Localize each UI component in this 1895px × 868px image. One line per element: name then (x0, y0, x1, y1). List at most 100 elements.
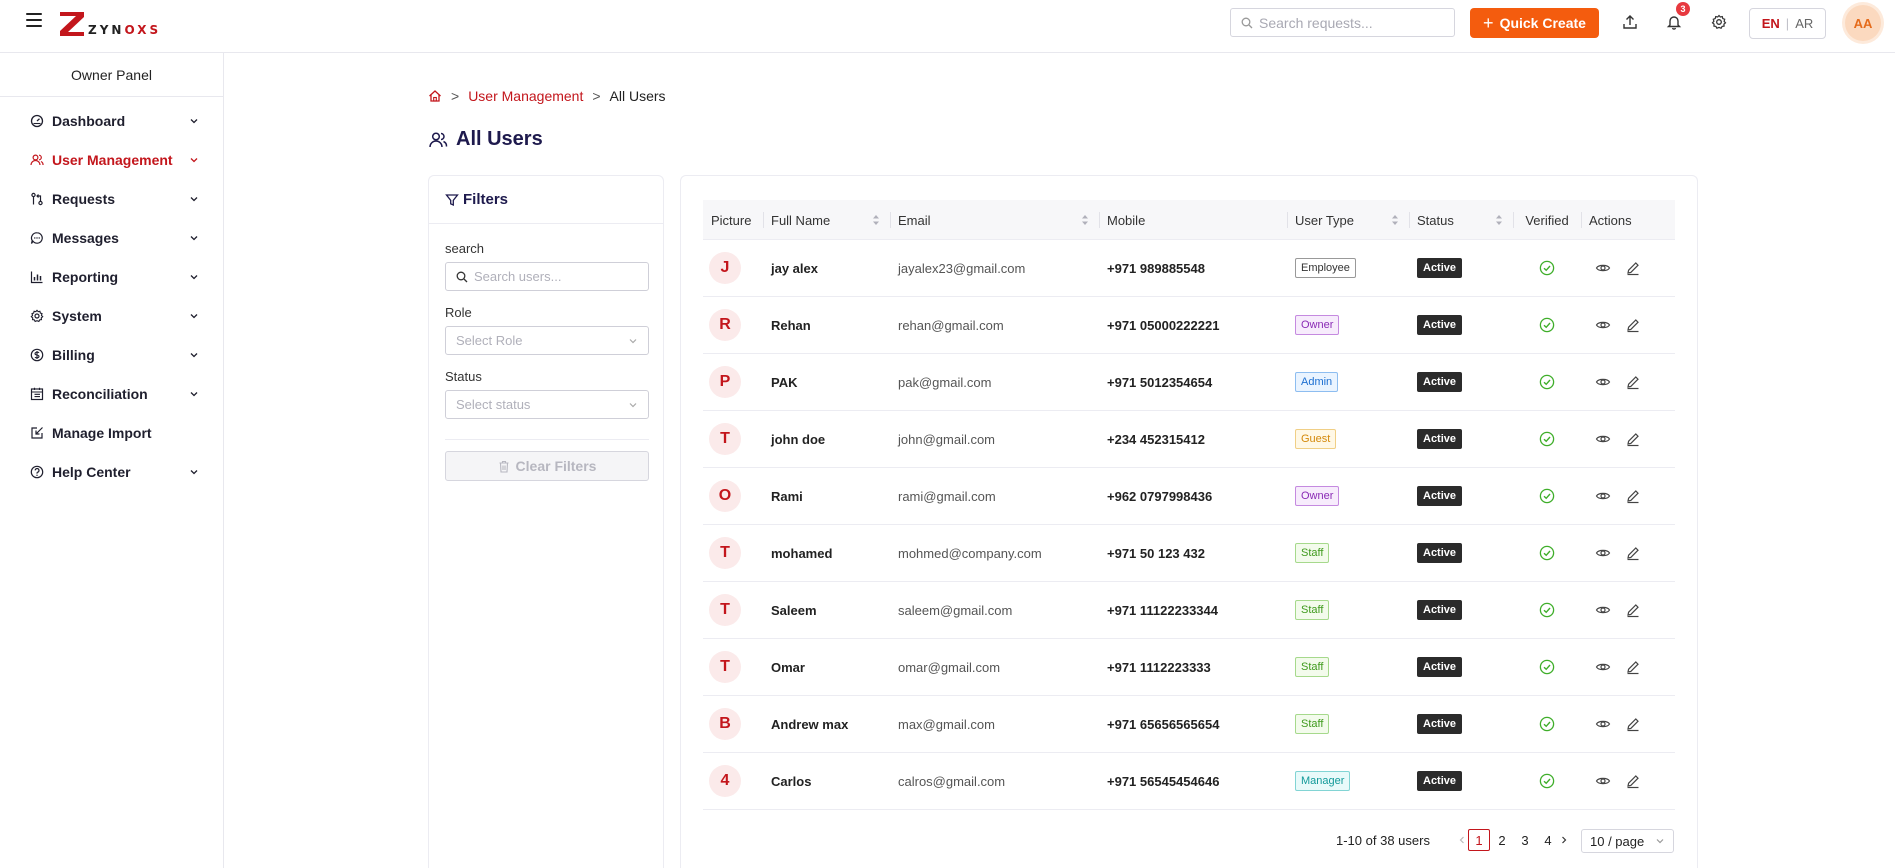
role-select[interactable]: Select Role (445, 326, 649, 355)
quick-create-button[interactable]: + Quick Create (1470, 8, 1599, 38)
eye-icon[interactable] (1595, 260, 1611, 276)
sort-icon[interactable] (1391, 213, 1399, 227)
edit-icon[interactable] (1625, 488, 1641, 504)
menu-icon[interactable] (26, 13, 42, 27)
eye-icon[interactable] (1595, 317, 1611, 333)
clear-filters-button[interactable]: Clear Filters (445, 451, 649, 481)
page-size-select[interactable]: 10 / page (1581, 829, 1674, 853)
eye-icon[interactable] (1595, 659, 1611, 675)
check-circle-icon (1539, 773, 1555, 789)
user-type-cell: Staff (1287, 714, 1409, 734)
edit-icon[interactable] (1625, 716, 1641, 732)
user-email: rami@gmail.com (898, 488, 996, 504)
column-header-status[interactable]: Status (1409, 200, 1513, 240)
user-email: rehan@gmail.com (898, 317, 1004, 333)
edit-icon[interactable] (1625, 602, 1641, 618)
breadcrumb-user-management[interactable]: User Management (468, 88, 583, 104)
eye-icon[interactable] (1595, 545, 1611, 561)
email-cell: max@gmail.com (890, 717, 1099, 732)
sort-icon[interactable] (872, 213, 880, 227)
language-switcher[interactable]: EN | AR (1749, 8, 1826, 39)
status-select[interactable]: Select status (445, 390, 649, 419)
breadcrumb-separator: > (451, 88, 460, 104)
table-row: T Saleem saleem@gmail.com +971 11122233344 S… (703, 582, 1675, 639)
page-3-button[interactable]: 3 (1514, 829, 1536, 851)
sidebar-item-system[interactable]: System (0, 296, 223, 335)
upload-button[interactable] (1620, 12, 1640, 32)
status-cell: Active (1409, 600, 1513, 620)
edit-icon[interactable] (1625, 374, 1641, 390)
column-header-full-name[interactable]: Full Name (763, 200, 890, 240)
column-header-label: Picture (711, 212, 752, 228)
eye-icon[interactable] (1595, 488, 1611, 504)
column-header-user-type[interactable]: User Type (1287, 200, 1409, 240)
eye-icon[interactable] (1595, 374, 1611, 390)
table-header: Picture Full Name Email Mobile User Type Stat… (703, 200, 1675, 240)
edit-icon[interactable] (1625, 545, 1641, 561)
sidebar-item-dashboard[interactable]: Dashboard (0, 101, 223, 140)
sidebar-item-help-center[interactable]: Help Center (0, 452, 223, 491)
search-users-input[interactable]: Search users... (445, 262, 649, 291)
user-type-cell: Employee (1287, 258, 1409, 278)
eye-icon[interactable] (1595, 431, 1611, 447)
edit-icon[interactable] (1625, 260, 1641, 276)
user-type-tag: Owner (1295, 486, 1340, 506)
page-title: All Users (428, 128, 543, 151)
name-cell: john doe (763, 432, 890, 447)
mobile-cell: +962 0797998436 (1099, 489, 1287, 504)
chevron-down-icon[interactable] (189, 350, 199, 360)
user-name: Saleem (771, 602, 817, 618)
sidebar-item-messages[interactable]: Messages (0, 218, 223, 257)
user-avatar[interactable]: AA (1845, 5, 1881, 41)
user-type-cell: Manager (1287, 771, 1409, 791)
sidebar-item-manage-import[interactable]: Manage Import (0, 413, 223, 452)
edit-icon[interactable] (1625, 431, 1641, 447)
home-icon[interactable] (428, 89, 442, 103)
chevron-down-icon[interactable] (189, 194, 199, 204)
verified-cell (1513, 431, 1581, 447)
breadcrumb-current: All Users (609, 88, 666, 104)
logo[interactable]: ZYNOXS (58, 8, 161, 38)
page-1-button[interactable]: 1 (1468, 829, 1490, 851)
check-circle-icon (1539, 317, 1555, 333)
column-header-email[interactable]: Email (890, 200, 1099, 240)
eye-icon[interactable] (1595, 602, 1611, 618)
edit-icon[interactable] (1625, 773, 1641, 789)
sort-icon[interactable] (1495, 213, 1503, 227)
chevron-down-icon[interactable] (189, 272, 199, 282)
sidebar-item-billing[interactable]: Billing (0, 335, 223, 374)
notifications-button[interactable]: 3 (1664, 2, 1690, 32)
user-type-cell: Guest (1287, 429, 1409, 449)
page-size-value: 10 / page (1590, 833, 1645, 849)
settings-button[interactable] (1709, 12, 1729, 32)
search-requests-input[interactable] (1259, 14, 1439, 31)
next-page-button[interactable] (1553, 829, 1575, 851)
page-2-button[interactable]: 2 (1491, 829, 1513, 851)
eye-icon[interactable] (1595, 716, 1611, 732)
picture-cell: T (703, 423, 763, 455)
verified-cell (1513, 488, 1581, 504)
search-requests[interactable] (1230, 8, 1455, 37)
chevron-down-icon[interactable] (189, 467, 199, 477)
sidebar-item-reconciliation[interactable]: Reconciliation (0, 374, 223, 413)
chevron-down-icon[interactable] (189, 389, 199, 399)
chevron-down-icon[interactable] (189, 155, 199, 165)
help-icon (30, 465, 44, 479)
chevron-down-icon[interactable] (189, 116, 199, 126)
search-icon (456, 271, 468, 282)
chevron-down-icon[interactable] (189, 311, 199, 321)
sort-icon[interactable] (1081, 213, 1089, 227)
lang-en[interactable]: EN (1762, 16, 1780, 31)
eye-icon[interactable] (1595, 773, 1611, 789)
name-cell: Saleem (763, 603, 890, 618)
dollar-icon (30, 348, 44, 362)
chevron-down-icon[interactable] (189, 233, 199, 243)
edit-icon[interactable] (1625, 659, 1641, 675)
lang-ar[interactable]: AR (1795, 16, 1813, 31)
sidebar-item-requests[interactable]: Requests (0, 179, 223, 218)
sidebar-item-user-management[interactable]: User Management (0, 140, 223, 179)
user-mobile: +971 50 123 432 (1107, 545, 1205, 561)
sidebar-item-reporting[interactable]: Reporting (0, 257, 223, 296)
edit-icon[interactable] (1625, 317, 1641, 333)
column-header-label: Mobile (1107, 212, 1146, 228)
